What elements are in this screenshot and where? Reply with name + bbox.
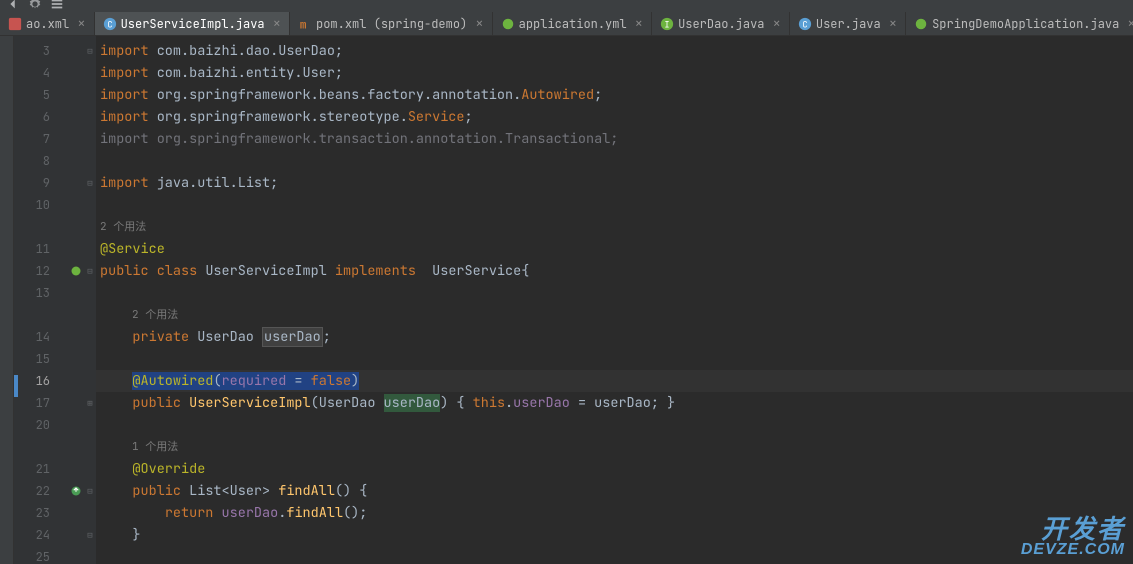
code-line[interactable]: public UserServiceImpl(UserDao userDao) … [96,392,1133,414]
code-area[interactable]: import com.baizhi.dao.UserDao; import co… [96,36,1133,564]
code-line[interactable]: private UserDao userDao; [96,326,1133,348]
line-number[interactable]: 20 [14,414,68,436]
tab-label: application.yml [519,16,627,32]
line-number[interactable]: 12 [14,260,68,282]
tab-pom[interactable]: m pom.xml (spring-demo) × [290,12,493,35]
editor-main: 3 4 5 6 7 8 9 10 11 12 13 14 15 16 17 20… [0,36,1133,564]
code-line[interactable]: } [96,524,1133,546]
close-icon[interactable]: × [273,15,281,33]
line-number[interactable]: 16 [14,370,68,392]
line-number[interactable]: 5 [14,84,68,106]
code-line[interactable]: import org.springframework.transaction.a… [96,128,1133,150]
code-line[interactable]: import com.baizhi.entity.User; [96,62,1133,84]
close-icon[interactable]: × [635,15,643,33]
fold-icon[interactable]: ⊟ [84,524,96,546]
code-line[interactable] [96,282,1133,304]
fold-icon[interactable]: ⊟ [84,480,96,502]
usages-hint[interactable]: 2 个用法 [96,216,1133,238]
svg-text:I: I [664,18,669,30]
tab-label: pom.xml (spring-demo) [316,16,467,32]
line-number[interactable]: 4 [14,62,68,84]
fold-icon[interactable]: ⊟ [84,40,96,62]
fold-column[interactable]: ⊟ ⊟ ⊟ ⊞ ⊟ ⊟ [84,36,96,564]
line-number[interactable]: 14 [14,326,68,348]
line-number[interactable]: 24 [14,524,68,546]
code-line[interactable]: @Autowired(required = false) [96,370,1133,392]
code-line[interactable] [96,150,1133,172]
tab-userserviceimpl[interactable]: C UserServiceImpl.java × [95,12,290,35]
line-number[interactable]: 7 [14,128,68,150]
close-icon[interactable]: × [77,15,85,33]
code-line[interactable] [96,546,1133,564]
line-number[interactable]: 17 [14,392,68,414]
close-icon[interactable]: × [772,15,780,33]
usages-hint[interactable]: 1 个用法 [96,436,1133,458]
svg-text:m: m [300,17,307,31]
fold-icon[interactable]: ⊞ [84,392,96,414]
close-icon[interactable]: × [889,15,897,33]
line-number[interactable]: 10 [14,194,68,216]
gutter-icon-column [68,36,84,564]
spring-bean-icon[interactable] [68,260,84,282]
override-icon[interactable] [68,480,84,502]
line-number[interactable]: 9 [14,172,68,194]
tab-label: ao.xml [26,16,69,32]
close-icon[interactable]: × [1127,15,1133,33]
code-line[interactable]: import org.springframework.beans.factory… [96,84,1133,106]
code-line[interactable]: @Service [96,238,1133,260]
code-line[interactable] [96,348,1133,370]
line-number[interactable]: 13 [14,282,68,304]
class-icon: C [798,17,812,31]
line-number[interactable]: 21 [14,458,68,480]
usages-hint[interactable]: 2 个用法 [96,304,1133,326]
code-line[interactable]: return userDao.findAll(); [96,502,1133,524]
spring-icon [501,17,515,31]
tab-user[interactable]: C User.java × [790,12,906,35]
line-number[interactable]: 23 [14,502,68,524]
line-number[interactable]: 11 [14,238,68,260]
svg-text:C: C [107,18,112,30]
line-number[interactable]: 15 [14,348,68,370]
fold-icon[interactable]: ⊟ [84,172,96,194]
svg-text:C: C [802,18,807,30]
close-icon[interactable]: × [475,15,483,33]
tab-springdemoapp[interactable]: SpringDemoApplication.java × [906,12,1133,35]
code-line[interactable]: import java.util.List; [96,172,1133,194]
editor-tabs: ao.xml × C UserServiceImpl.java × m pom.… [0,12,1133,36]
code-line[interactable]: public class UserServiceImpl implements … [96,260,1133,282]
code-line[interactable]: import org.springframework.stereotype.Se… [96,106,1133,128]
code-line[interactable]: @Override [96,458,1133,480]
line-number[interactable]: 8 [14,150,68,172]
line-number-gutter[interactable]: 3 4 5 6 7 8 9 10 11 12 13 14 15 16 17 20… [14,36,68,564]
code-editor[interactable]: 3 4 5 6 7 8 9 10 11 12 13 14 15 16 17 20… [14,36,1133,564]
line-number[interactable]: 6 [14,106,68,128]
tab-label: UserServiceImpl.java [121,16,265,32]
line-number[interactable]: 25 [14,546,68,564]
code-line[interactable]: public List<User> findAll() { [96,480,1133,502]
code-line[interactable] [96,194,1133,216]
code-line[interactable] [96,414,1133,436]
tab-label: UserDao.java [678,16,764,32]
class-icon: C [103,17,117,31]
fold-icon[interactable]: ⊟ [84,260,96,282]
tab-ao-xml[interactable]: ao.xml × [0,12,95,35]
tab-label: User.java [816,16,881,32]
left-tool-strip[interactable] [0,36,14,564]
top-toolbar [0,0,1133,12]
tab-application-yml[interactable]: application.yml × [493,12,652,35]
line-number[interactable]: 22 [14,480,68,502]
tab-label: SpringDemoApplication.java [932,16,1119,32]
xml-icon [8,17,22,31]
spring-icon [914,17,928,31]
ide-root: ao.xml × C UserServiceImpl.java × m pom.… [0,0,1133,564]
maven-icon: m [298,17,312,31]
tab-userdao[interactable]: I UserDao.java × [652,12,790,35]
interface-icon: I [660,17,674,31]
line-number[interactable]: 3 [14,40,68,62]
code-line[interactable]: import com.baizhi.dao.UserDao; [96,40,1133,62]
